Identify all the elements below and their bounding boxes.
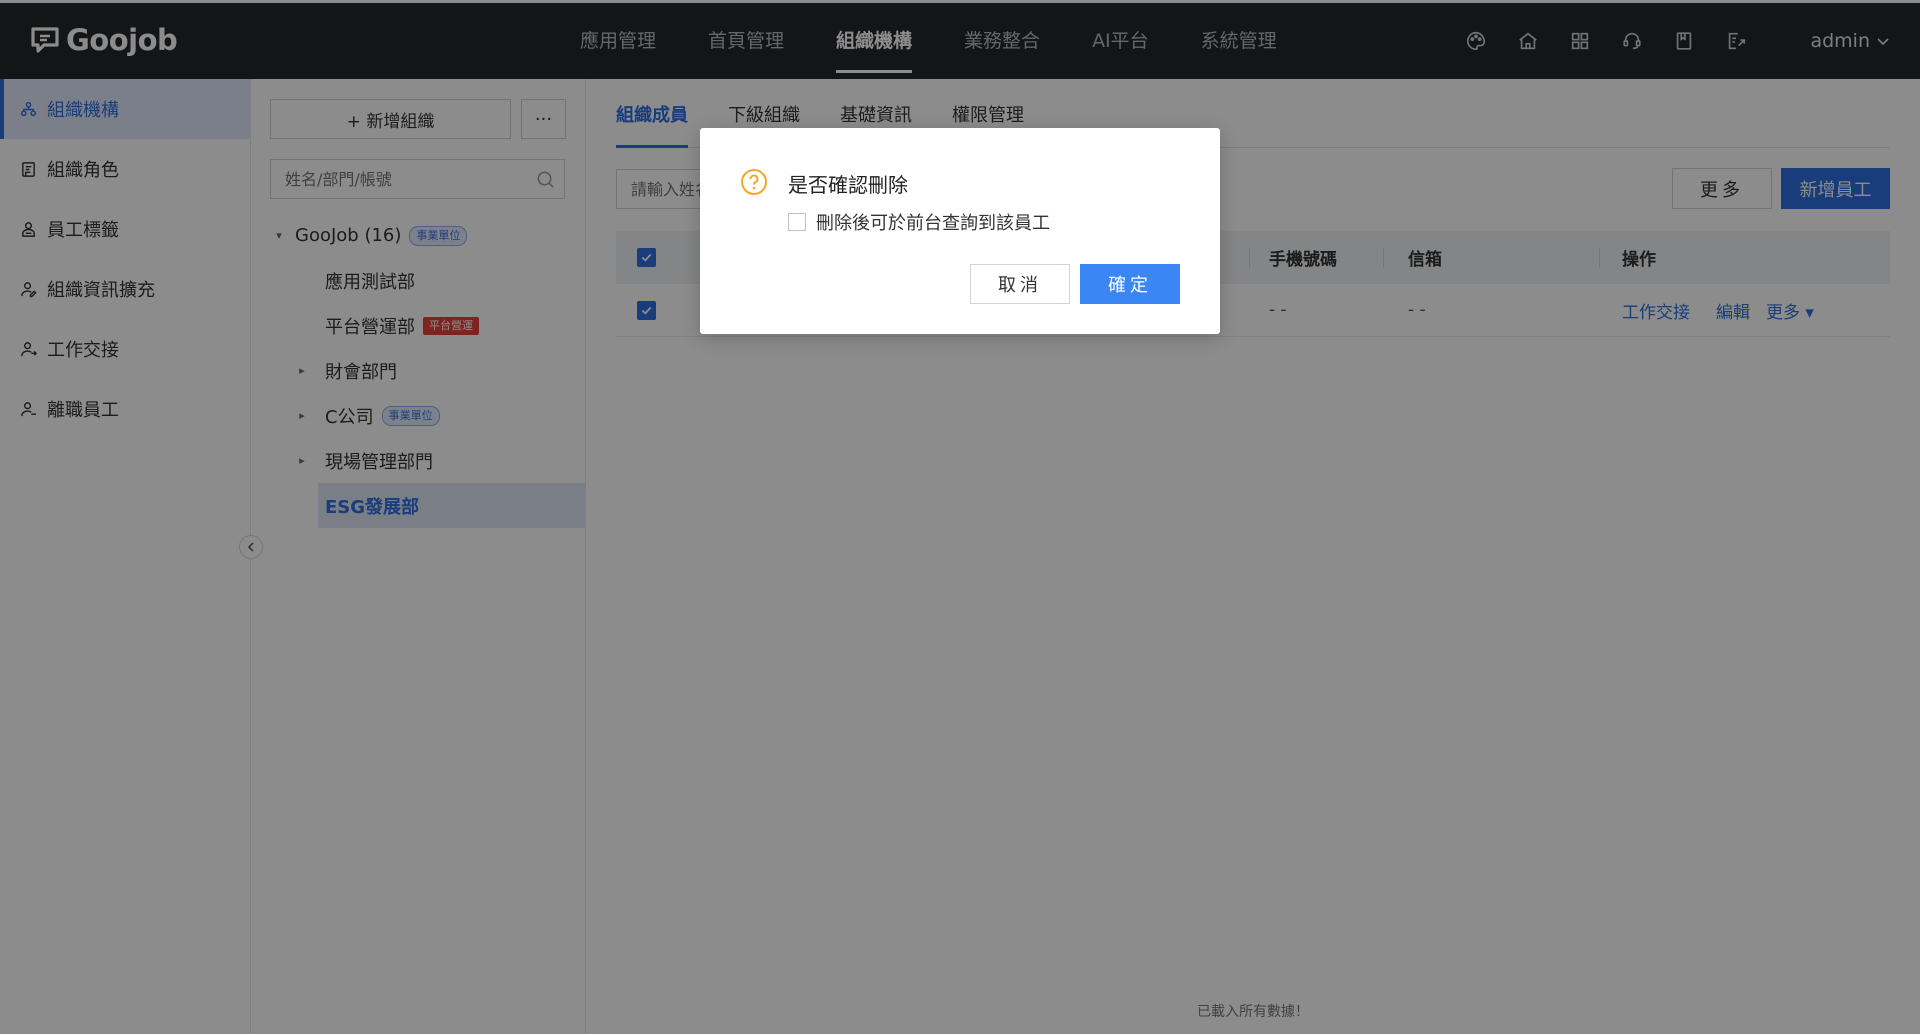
confirm-delete-dialog: 是否確認刪除 刪除後可於前台查詢到該員工 取消 確定 [700,128,1220,334]
checkbox-label: 刪除後可於前台查詢到該員工 [816,213,1050,234]
confirm-button[interactable]: 確定 [1080,264,1180,304]
searchable-after-delete-checkbox[interactable] [788,213,806,231]
cancel-button[interactable]: 取消 [970,264,1070,304]
searchable-after-delete-option[interactable]: 刪除後可於前台查詢到該員工 [788,209,1050,235]
dialog-title: 是否確認刪除 [788,173,908,197]
question-icon [741,169,767,195]
